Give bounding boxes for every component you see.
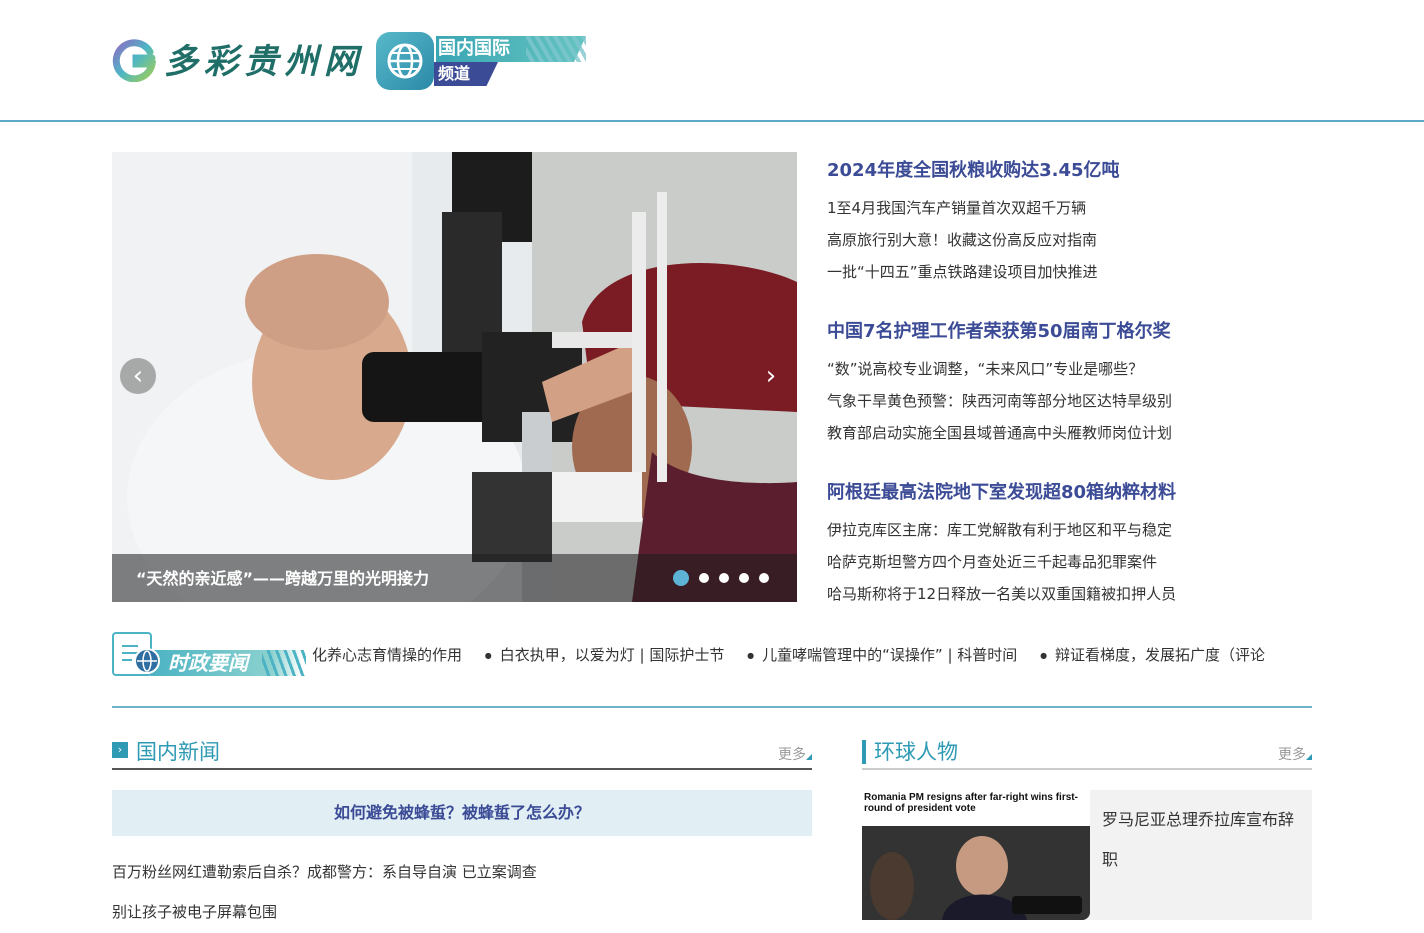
slide-image[interactable] <box>112 152 797 602</box>
slider-dot-5[interactable] <box>759 573 769 583</box>
corner-triangle-icon <box>1306 754 1312 760</box>
slider-dot-4[interactable] <box>739 573 749 583</box>
news-group-1: 2024年度全国秋粮收购达3.45亿吨 1至4月我国汽车产销量首次双超千万辆 高… <box>827 156 1227 288</box>
news-link[interactable]: 哈马斯称将于12日释放一名美以双重国籍被扣押人员 <box>827 578 1227 610</box>
channel-stripes <box>526 36 586 62</box>
news-link[interactable]: 哈萨克斯坦警方四个月查处近三千起毒品犯罪案件 <box>827 546 1227 578</box>
more-link[interactable]: 更多 <box>1278 744 1306 764</box>
news-link[interactable]: 百万粉丝网红遭勒索后自杀？成都警方：系自导自演 已立案调查 <box>112 852 812 892</box>
global-people-section: 环球人物 更多 Romania PM resigns after far-rig… <box>862 736 1312 920</box>
header-divider <box>0 120 1424 122</box>
news-link[interactable]: 别让孩子被电子屏幕包围 <box>112 892 812 932</box>
slider-dot-2[interactable] <box>699 573 709 583</box>
section-divider <box>112 706 1312 708</box>
headline-link[interactable]: 阿根廷最高法院地下室发现超80箱纳粹材料 <box>827 478 1227 504</box>
slide-caption[interactable]: “天然的亲近感”——跨越万里的光明接力 <box>136 565 429 589</box>
news-link[interactable]: 高原旅行别大意！收藏这份高反应对指南 <box>827 224 1227 256</box>
thumbnail-headline: Romania PM resigns after far-right wins … <box>864 792 1078 814</box>
slider-dot-1[interactable] <box>673 570 689 586</box>
section-title[interactable]: 环球人物 <box>874 736 958 766</box>
news-link[interactable]: 教育部启动实施全国县域普通高中头雁教师岗位计划 <box>827 417 1227 449</box>
chevron-right-icon[interactable]: › <box>753 358 789 394</box>
news-link[interactable]: “数”说高校专业调整，“未来风口”专业是哪些？ <box>827 353 1227 385</box>
ticker-stripes <box>262 650 306 676</box>
section-header: 环球人物 更多 <box>862 736 1312 770</box>
news-link[interactable]: 一批“十四五”重点铁路建设项目加快推进 <box>827 256 1227 288</box>
person-card[interactable]: Romania PM resigns after far-right wins … <box>862 790 1312 920</box>
globe-icon <box>376 32 434 90</box>
section-marker <box>862 740 866 764</box>
news-link[interactable]: 气象干旱黄色预警：陕西河南等部分地区达特旱级别 <box>827 385 1227 417</box>
slider-dots <box>673 570 769 586</box>
more-link[interactable]: 更多 <box>778 744 806 764</box>
feature-headline[interactable]: 如何避免被蜂蜇？被蜂蜇了怎么办？ <box>112 790 812 836</box>
ticker-badge: 时政要闻 <box>112 632 306 678</box>
channel-badge: 国内国际 频道 <box>376 32 586 90</box>
news-group-3: 阿根廷最高法院地下室发现超80箱纳粹材料 伊拉克库区主席：库工党解散有利于地区和… <box>827 478 1227 610</box>
chevron-left-icon[interactable]: ‹ <box>120 358 156 394</box>
chevron-right-icon: › <box>112 742 128 758</box>
logo-g-icon[interactable] <box>112 38 156 82</box>
news-link[interactable]: 伊拉克库区主席：库工党解散有利于地区和平与稳定 <box>827 514 1227 546</box>
ticker-item[interactable]: 辩证看梯度，发展拓广度（评论 <box>1040 644 1265 665</box>
ticker-item[interactable]: 儿童哮喘管理中的“误操作” | 科普时间 <box>747 644 1017 665</box>
globe-icon <box>134 648 160 674</box>
news-ticker: 时政要闻 化养心志育情操的作用 白衣执甲，以爱为灯 | 国际护士节 儿童哮喘管理… <box>112 632 1312 678</box>
headline-link[interactable]: 中国7名护理工作者荣获第50届南丁格尔奖 <box>827 317 1227 343</box>
headline-link[interactable]: 2024年度全国秋粮收购达3.45亿吨 <box>827 156 1227 182</box>
person-caption[interactable]: 罗马尼亚总理乔拉库宣布辞职 <box>1102 800 1302 880</box>
site-header: 多彩贵州网 国内国际 频道 <box>0 0 1424 122</box>
section-title[interactable]: 国内新闻 <box>136 736 220 766</box>
section-header: › 国内新闻 更多 <box>112 736 812 770</box>
photo-slider[interactable]: “天然的亲近感”——跨越万里的光明接力 ‹ › <box>112 152 797 602</box>
site-logo-text[interactable]: 多彩贵州网 <box>164 34 364 83</box>
person-thumbnail[interactable]: Romania PM resigns after far-right wins … <box>862 790 1090 920</box>
corner-triangle-icon <box>806 754 812 760</box>
domestic-news-section: › 国内新闻 更多 如何避免被蜂蜇？被蜂蜇了怎么办？ 百万粉丝网红遭勒索后自杀？… <box>112 736 812 932</box>
ticker-item[interactable]: 白衣执甲，以爱为灯 | 国际护士节 <box>485 644 725 665</box>
news-link[interactable]: 1至4月我国汽车产销量首次双超千万辆 <box>827 192 1227 224</box>
ticker-track: 化养心志育情操的作用 白衣执甲，以爱为灯 | 国际护士节 儿童哮喘管理中的“误操… <box>312 644 1312 670</box>
person-photo <box>862 826 1090 920</box>
ticker-item[interactable]: 化养心志育情操的作用 <box>312 644 462 665</box>
slider-dot-3[interactable] <box>719 573 729 583</box>
channel-subtitle: 频道 <box>434 62 498 86</box>
news-group-2: 中国7名护理工作者荣获第50届南丁格尔奖 “数”说高校专业调整，“未来风口”专业… <box>827 317 1227 449</box>
